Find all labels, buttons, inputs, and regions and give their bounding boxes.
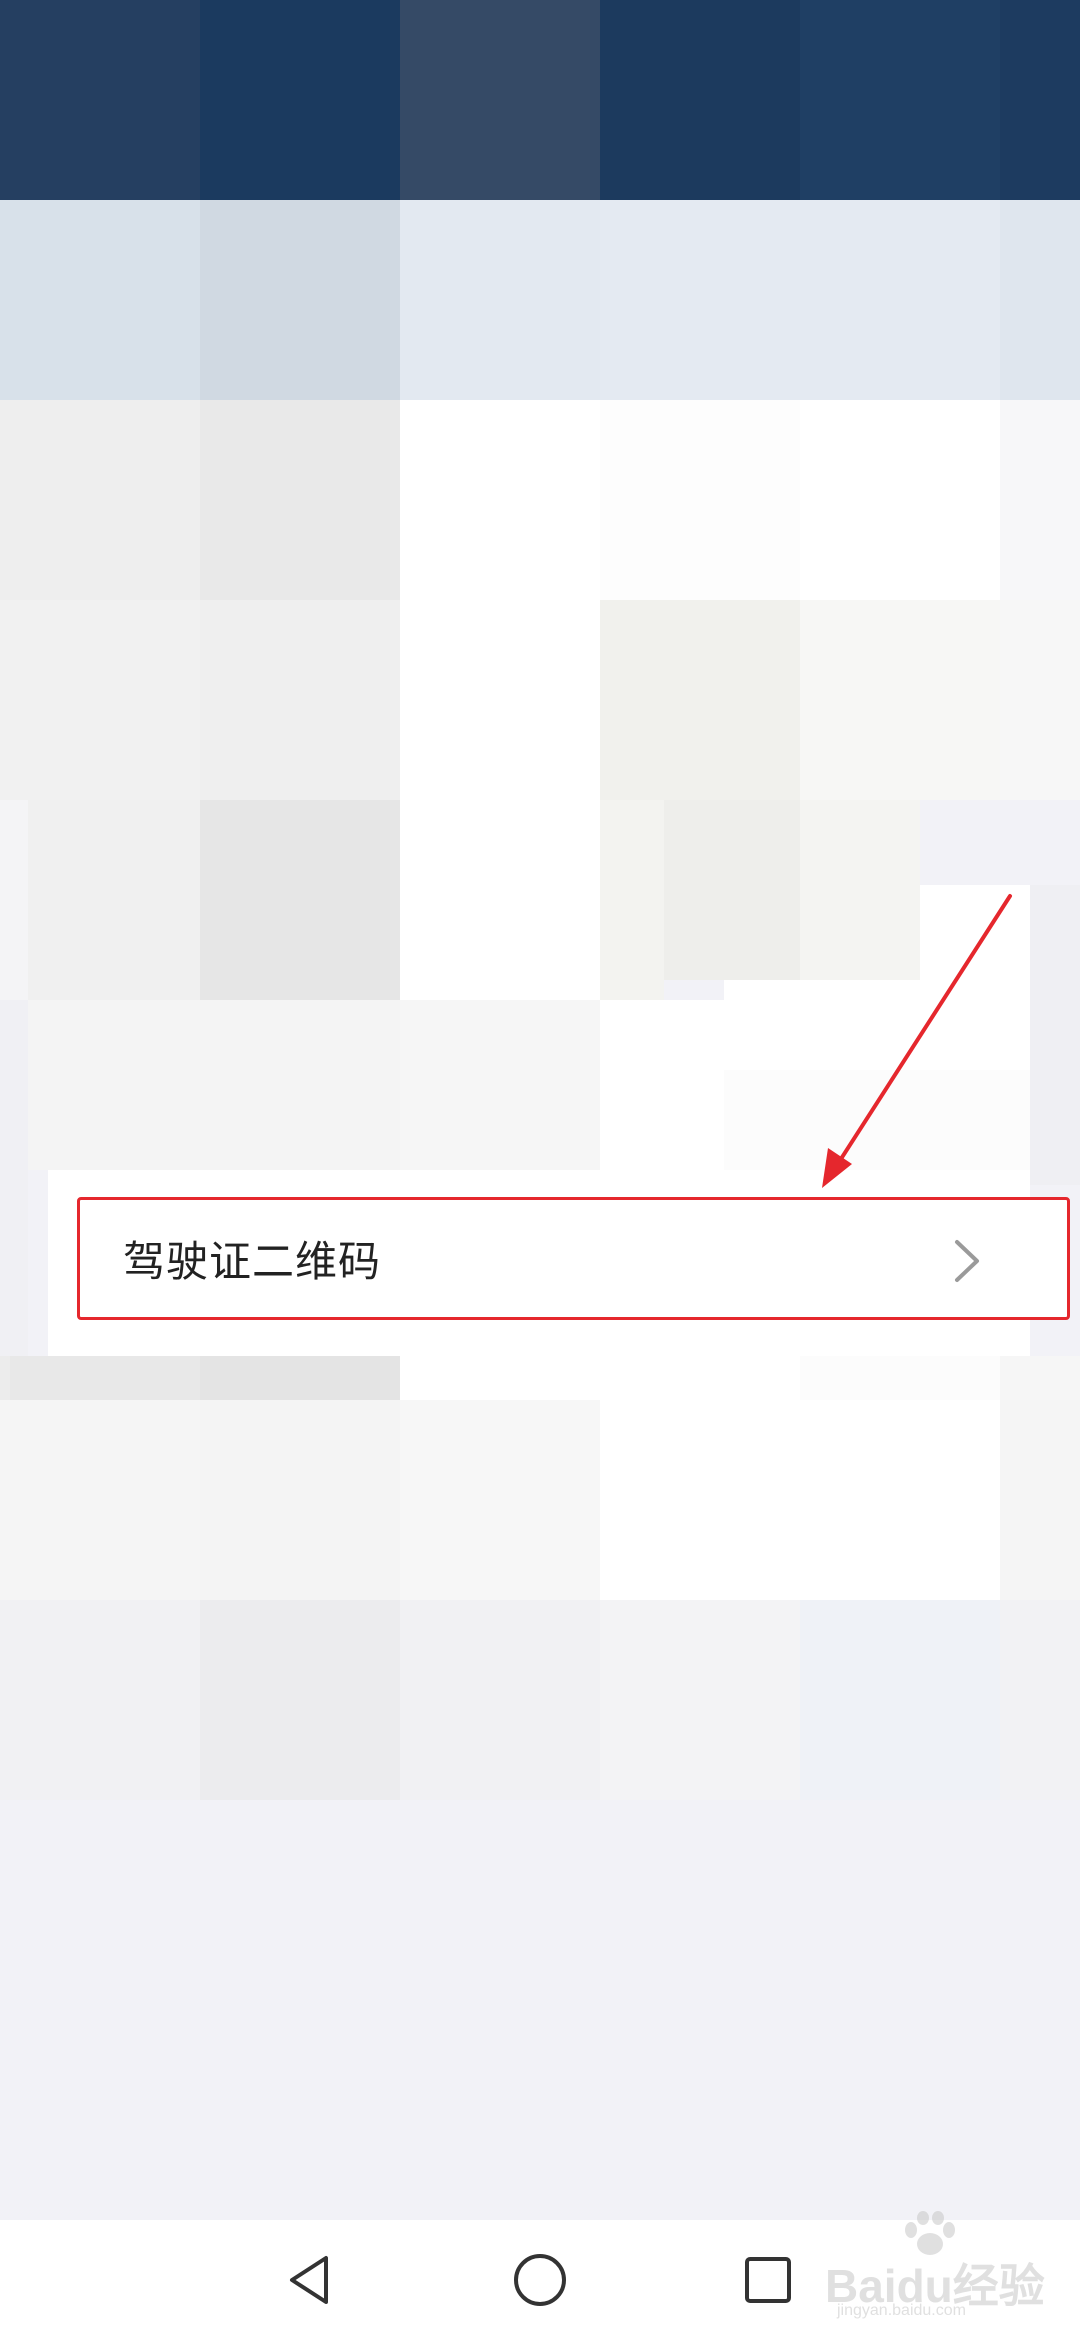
- home-circle-icon: [514, 2254, 566, 2306]
- recent-apps-button[interactable]: [732, 2244, 804, 2316]
- watermark-url: jingyan.baidu.com: [837, 2302, 966, 2319]
- chevron-right-icon: [955, 1240, 979, 1282]
- baidu-jingyan-watermark: Baidu经验 jingyan.baidu.com: [825, 2210, 1065, 2320]
- driver-license-qr-label: 驾驶证二维码: [123, 1237, 382, 1286]
- back-button[interactable]: [274, 2244, 346, 2316]
- home-button[interactable]: [504, 2244, 576, 2316]
- back-triangle-icon: [290, 2256, 328, 2304]
- screen: 驾驶证二维码 Baidu经验 jingyan.baidu.com: [0, 0, 1080, 2340]
- recent-square-icon: [745, 2257, 791, 2303]
- driver-license-qr-item[interactable]: 驾驶证二维码: [77, 1197, 1070, 1320]
- annotation-arrow: [822, 894, 1012, 1188]
